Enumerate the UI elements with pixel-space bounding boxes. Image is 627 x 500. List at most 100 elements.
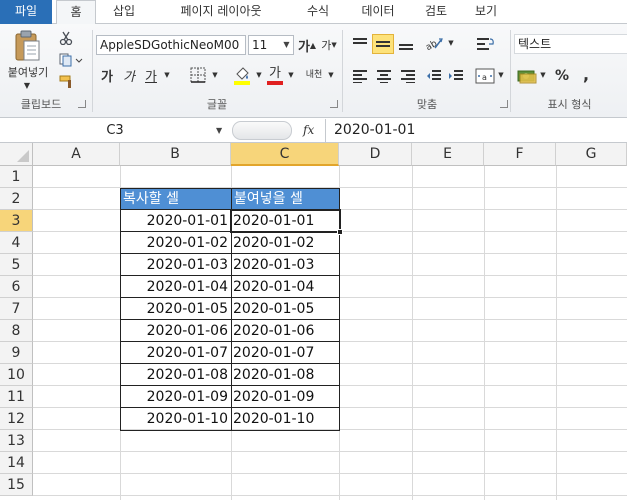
- table-border: [120, 319, 340, 320]
- clipboard-group-label: 클립보드: [20, 98, 62, 111]
- name-box-dropdown-icon[interactable]: ▼: [216, 120, 228, 141]
- format-painter-icon[interactable]: [58, 74, 76, 90]
- tab-view[interactable]: 보기: [466, 0, 506, 24]
- table-border: [120, 363, 340, 364]
- shrink-font-button[interactable]: 가 ▼: [320, 36, 338, 54]
- font-name-value: AppleSDGothicNeoM00: [100, 38, 240, 52]
- table-border: [120, 407, 340, 408]
- align-bottom-icon[interactable]: [396, 34, 416, 54]
- increase-indent-icon[interactable]: [446, 66, 466, 86]
- font-size-dropdown-icon[interactable]: ▼: [280, 36, 293, 54]
- column-header-g[interactable]: G: [556, 143, 627, 166]
- align-left-icon[interactable]: [350, 66, 370, 86]
- align-top-icon[interactable]: [350, 34, 370, 54]
- paste-icon[interactable]: [10, 28, 44, 64]
- font-color-dropdown-icon[interactable]: ▼: [286, 70, 296, 80]
- worksheet-grid[interactable]: A B C D E F G 1 2 3 4 5 6 7 8 9 10 11 12…: [0, 143, 627, 500]
- row-header[interactable]: 3: [0, 210, 33, 232]
- group-separator: [510, 30, 511, 112]
- ribbon-tab-bar: 파일 홈 삽입 페이지 레이아웃 수식 데이터 검토 보기: [0, 0, 627, 25]
- row-header[interactable]: 14: [0, 452, 33, 474]
- tab-formulas[interactable]: 수식: [296, 0, 340, 24]
- row-header[interactable]: 11: [0, 386, 33, 408]
- font-launcher-icon[interactable]: [330, 100, 338, 108]
- alignment-launcher-icon[interactable]: [500, 100, 508, 108]
- orientation-dropdown-icon[interactable]: ▼: [446, 38, 456, 48]
- tab-data[interactable]: 데이터: [350, 0, 406, 24]
- fill-color-dropdown-icon[interactable]: ▼: [254, 70, 264, 80]
- number-format-combo[interactable]: 텍스트: [514, 34, 627, 54]
- row-header[interactable]: 9: [0, 342, 33, 364]
- align-middle-icon[interactable]: [372, 34, 394, 54]
- paste-dropdown-icon[interactable]: ▼: [20, 80, 34, 90]
- column-header-e[interactable]: E: [412, 143, 484, 166]
- ribbon: 붙여넣기 ▼ 클립보드 AppleSDGothicNeoM00 11 ▼ 가 ▲ …: [0, 24, 627, 118]
- underline-button[interactable]: 가: [142, 66, 160, 85]
- row-header[interactable]: 4: [0, 232, 33, 254]
- accounting-dropdown-icon[interactable]: ▼: [538, 70, 548, 80]
- orientation-icon[interactable]: ab: [422, 32, 446, 54]
- group-separator: [92, 30, 93, 112]
- tab-review[interactable]: 검토: [416, 0, 456, 24]
- comma-style-button[interactable]: ,: [578, 64, 594, 84]
- font-name-combo[interactable]: AppleSDGothicNeoM00: [96, 35, 246, 55]
- row-header[interactable]: 7: [0, 298, 33, 320]
- select-all-button[interactable]: [0, 143, 33, 166]
- grow-font-label: 가: [297, 39, 310, 55]
- paste-button-label[interactable]: 붙여넣기: [2, 64, 54, 80]
- wrap-text-icon[interactable]: [474, 34, 496, 54]
- column-header-d[interactable]: D: [339, 143, 412, 166]
- column-header-c[interactable]: C: [231, 143, 339, 166]
- cut-icon[interactable]: [58, 30, 74, 46]
- font-color-label: 가: [269, 65, 281, 81]
- copy-icon[interactable]: [58, 52, 84, 68]
- phonetic-dropdown-icon[interactable]: ▼: [326, 70, 336, 80]
- italic-button[interactable]: 가: [120, 66, 138, 85]
- bold-button[interactable]: 가: [98, 66, 116, 85]
- gridline: [33, 451, 627, 452]
- table-border: [120, 341, 340, 342]
- borders-icon[interactable]: [188, 66, 208, 84]
- row-header[interactable]: 2: [0, 188, 33, 210]
- underline-dropdown-icon[interactable]: ▼: [162, 70, 172, 80]
- phonetic-guide-label: 내천: [305, 70, 323, 80]
- group-separator: [342, 30, 343, 112]
- row-header[interactable]: 13: [0, 430, 33, 452]
- percent-style-button[interactable]: %: [552, 66, 572, 86]
- phonetic-guide-button[interactable]: 내천: [304, 64, 324, 86]
- grow-font-button[interactable]: 가 ▲: [297, 36, 316, 55]
- table-border: [120, 297, 340, 298]
- row-header[interactable]: 1: [0, 166, 33, 188]
- formula-input[interactable]: 2020-01-01: [325, 119, 627, 142]
- formula-bar-grip[interactable]: [232, 121, 292, 140]
- tab-home[interactable]: 홈: [56, 0, 96, 25]
- accounting-format-icon[interactable]: [516, 66, 538, 86]
- align-right-icon[interactable]: [398, 66, 418, 86]
- decrease-indent-icon[interactable]: [424, 66, 444, 86]
- column-header-a[interactable]: A: [33, 143, 120, 166]
- tab-page-layout[interactable]: 페이지 레이아웃: [156, 0, 286, 24]
- row-header[interactable]: 15: [0, 474, 33, 496]
- insert-function-icon[interactable]: fx: [303, 120, 321, 141]
- active-cell-cursor[interactable]: [230, 209, 341, 233]
- font-color-button[interactable]: 가: [266, 64, 284, 86]
- row-header[interactable]: 10: [0, 364, 33, 386]
- borders-dropdown-icon[interactable]: ▼: [210, 70, 220, 80]
- fill-color-icon[interactable]: [232, 64, 252, 86]
- row-header[interactable]: 5: [0, 254, 33, 276]
- column-header-b[interactable]: B: [120, 143, 231, 166]
- column-header-f[interactable]: F: [484, 143, 556, 166]
- tab-insert[interactable]: 삽입: [104, 0, 144, 24]
- fill-handle[interactable]: [337, 229, 343, 235]
- row-header[interactable]: 8: [0, 320, 33, 342]
- row-header[interactable]: 12: [0, 408, 33, 430]
- name-box[interactable]: C3: [0, 120, 230, 141]
- merge-center-icon[interactable]: a: [474, 66, 496, 86]
- gridline: [484, 166, 485, 500]
- row-header[interactable]: 6: [0, 276, 33, 298]
- merge-dropdown-icon[interactable]: ▼: [496, 70, 506, 80]
- font-size-combo[interactable]: 11 ▼: [248, 35, 294, 55]
- tab-file[interactable]: 파일: [0, 0, 52, 24]
- clipboard-launcher-icon[interactable]: [78, 100, 86, 108]
- align-center-icon[interactable]: [374, 66, 394, 86]
